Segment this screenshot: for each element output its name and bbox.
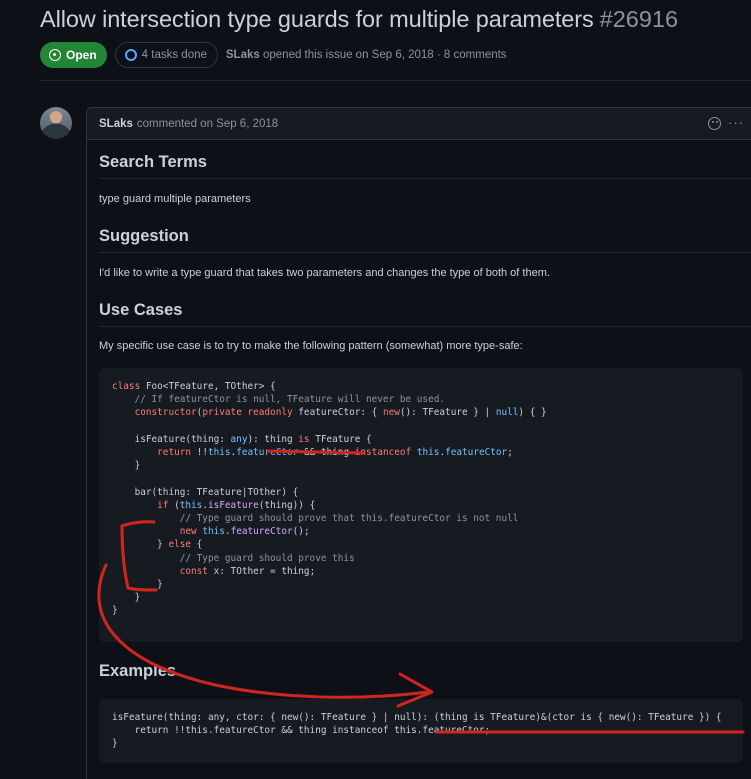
example-code-block: isFeature(thing: any, ctor: { new(): TFe… (99, 699, 743, 763)
issue-author-link[interactable]: SLaks (226, 49, 260, 61)
issue-title: Allow intersection type guards for multi… (40, 6, 594, 32)
comment-date[interactable]: commented on Sep 6, 2018 (137, 118, 278, 130)
avatar[interactable] (40, 107, 72, 139)
comment-box: SLaks commented on Sep 6, 2018 ··· Searc… (86, 107, 751, 779)
use-cases-text: My specific use case is to try to make t… (99, 340, 523, 352)
smiley-icon[interactable] (708, 117, 721, 130)
issue-number: #26916 (599, 6, 679, 32)
use-case-code-block: class Foo<TFeature, TOther> { // If feat… (99, 368, 743, 642)
issue-state-label: Open (66, 48, 97, 62)
suggestion-text: I'd like to write a type guard that take… (99, 267, 550, 279)
search-terms-heading: Search Terms (99, 153, 751, 179)
comment-author-link[interactable]: SLaks (99, 118, 133, 130)
task-progress-icon (124, 49, 137, 61)
search-terms-text: type guard multiple parameters (99, 193, 251, 205)
tasks-label: 4 tasks done (141, 49, 207, 61)
issue-opened-meta: SLaks opened this issue on Sep 6, 2018 ·… (226, 49, 507, 61)
issue-state-badge: Open (40, 42, 107, 68)
issue-header: Allow intersection type guards for multi… (40, 6, 751, 68)
suggestion-heading: Suggestion (99, 227, 751, 253)
issue-opened-text: opened this issue on Sep 6, 2018 · 8 com… (262, 49, 507, 61)
use-cases-heading: Use Cases (99, 301, 751, 327)
examples-heading: Examples (99, 662, 177, 680)
comment-header: SLaks commented on Sep 6, 2018 ··· (87, 108, 751, 140)
header-divider (40, 80, 751, 81)
kebab-horizontal-icon[interactable]: ··· (728, 116, 744, 130)
tasks-progress-badge[interactable]: 4 tasks done (114, 42, 218, 68)
comment-body: Search Terms type guard multiple paramet… (87, 153, 751, 763)
issue-open-icon (49, 49, 61, 61)
